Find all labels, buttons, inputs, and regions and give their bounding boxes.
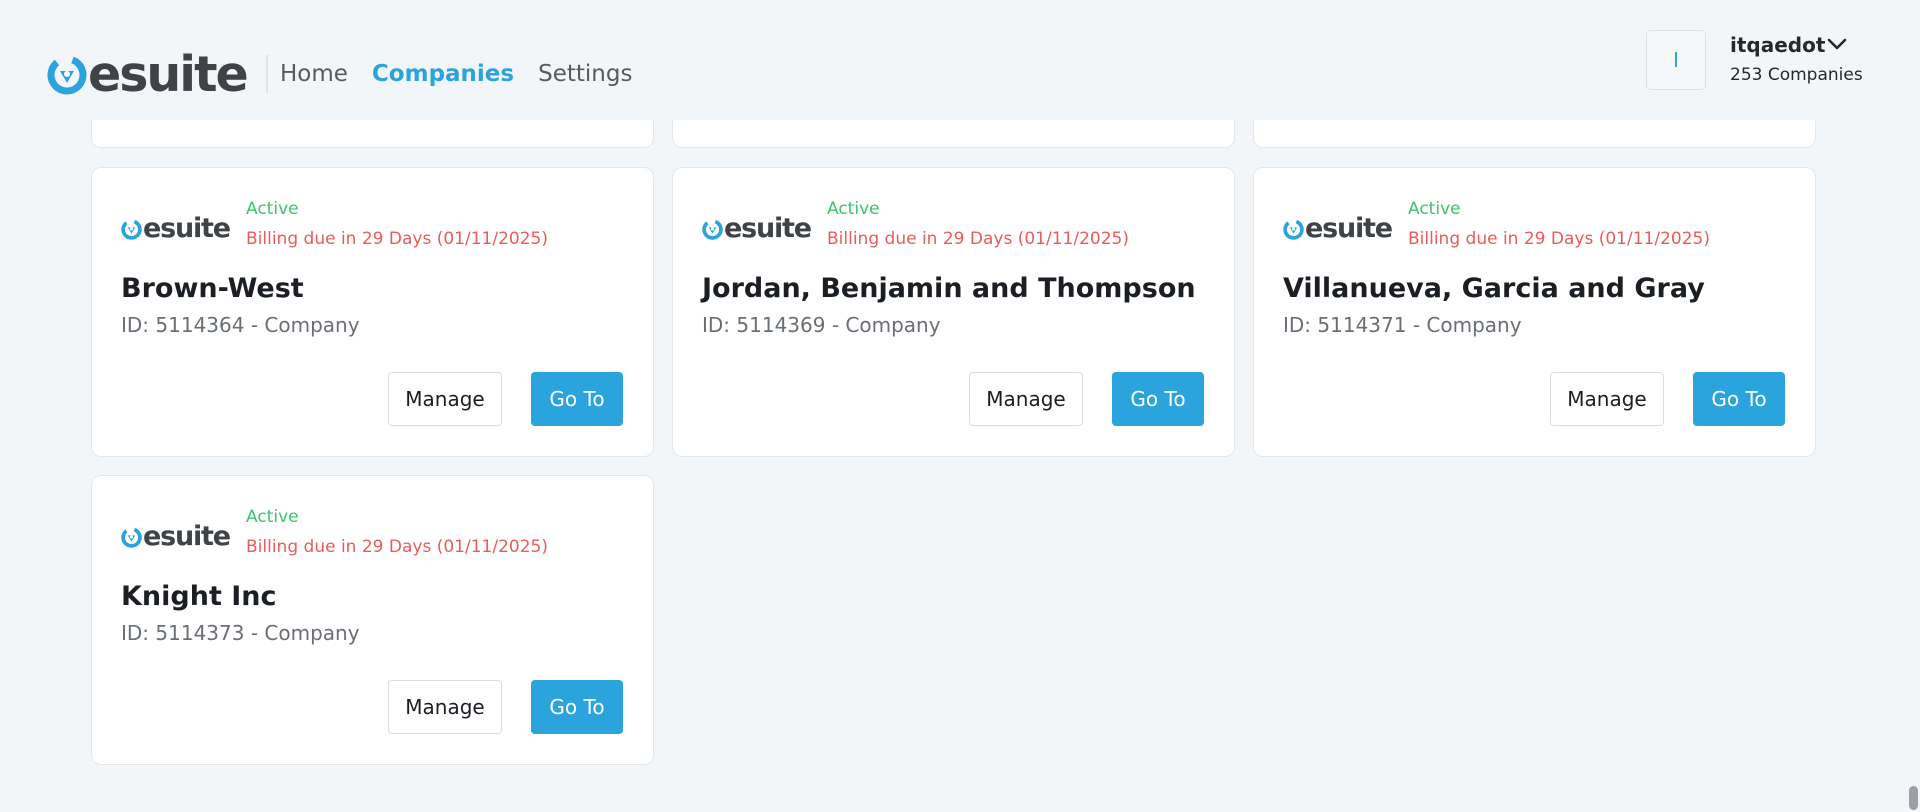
company-logo-text: esuite (143, 521, 231, 552)
company-logo-text: esuite (1305, 213, 1393, 244)
nav-home[interactable]: Home (280, 58, 348, 90)
billing-notice: Billing due in 29 Days (01/11/2025) (1408, 229, 1710, 249)
billing-notice: Billing due in 29 Days (01/11/2025) (827, 229, 1129, 249)
esuite-logo-icon (702, 219, 723, 240)
esuite-logo-icon (121, 527, 142, 548)
manage-button[interactable]: Manage (388, 680, 502, 734)
company-logo: esuite (121, 521, 231, 552)
esuite-logo-icon (121, 219, 142, 240)
user-name[interactable]: itqaedot (1730, 33, 1825, 57)
company-card: esuite Active Billing due in 29 Days (01… (1253, 167, 1816, 457)
page-scrollbar[interactable] (1906, 0, 1920, 812)
status-badge: Active (246, 507, 299, 527)
header-divider (266, 55, 268, 93)
go-to-button[interactable]: Go To (1112, 372, 1204, 426)
company-card: esuite Active Billing due in 29 Days (01… (672, 167, 1235, 457)
logo-text: esuite (88, 46, 249, 103)
go-to-button[interactable]: Go To (531, 372, 623, 426)
company-name: Knight Inc (121, 581, 277, 612)
status-badge: Active (1408, 199, 1461, 219)
company-card: esuite Active Billing due in 29 Days (01… (91, 475, 654, 765)
manage-button[interactable]: Manage (969, 372, 1083, 426)
company-logo: esuite (121, 213, 231, 244)
scrollbar-thumb[interactable] (1909, 786, 1918, 810)
top-header: esuite Home Companies Settings I itqaedo… (0, 0, 1920, 120)
main-nav: Home Companies Settings (280, 58, 632, 90)
avatar[interactable]: I (1646, 30, 1706, 90)
company-id: ID: 5114373 - Company (121, 621, 360, 645)
esuite-logo[interactable]: esuite (47, 46, 249, 103)
billing-notice: Billing due in 29 Days (01/11/2025) (246, 229, 548, 249)
company-id: ID: 5114369 - Company (702, 313, 941, 337)
company-count: 253 Companies (1730, 65, 1863, 85)
company-name: Jordan, Benjamin and Thompson (702, 273, 1196, 304)
manage-button[interactable]: Manage (388, 372, 502, 426)
company-logo-text: esuite (724, 213, 812, 244)
company-name: Brown-West (121, 273, 304, 304)
company-card: esuite Active Billing due in 29 Days (01… (91, 167, 654, 457)
billing-notice: Billing due in 29 Days (01/11/2025) (246, 537, 548, 557)
company-id: ID: 5114364 - Company (121, 313, 360, 337)
esuite-logo-icon (1283, 219, 1304, 240)
company-logo: esuite (1283, 213, 1393, 244)
status-badge: Active (827, 199, 880, 219)
go-to-button[interactable]: Go To (1693, 372, 1785, 426)
go-to-button[interactable]: Go To (531, 680, 623, 734)
company-name: Villanueva, Garcia and Gray (1283, 273, 1705, 304)
nav-companies[interactable]: Companies (372, 58, 514, 90)
company-logo-text: esuite (143, 213, 231, 244)
nav-settings[interactable]: Settings (538, 58, 632, 90)
chevron-down-icon[interactable] (1826, 36, 1848, 52)
company-id: ID: 5114371 - Company (1283, 313, 1522, 337)
esuite-logo-icon (47, 55, 87, 95)
status-badge: Active (246, 199, 299, 219)
manage-button[interactable]: Manage (1550, 372, 1664, 426)
company-logo: esuite (702, 213, 812, 244)
